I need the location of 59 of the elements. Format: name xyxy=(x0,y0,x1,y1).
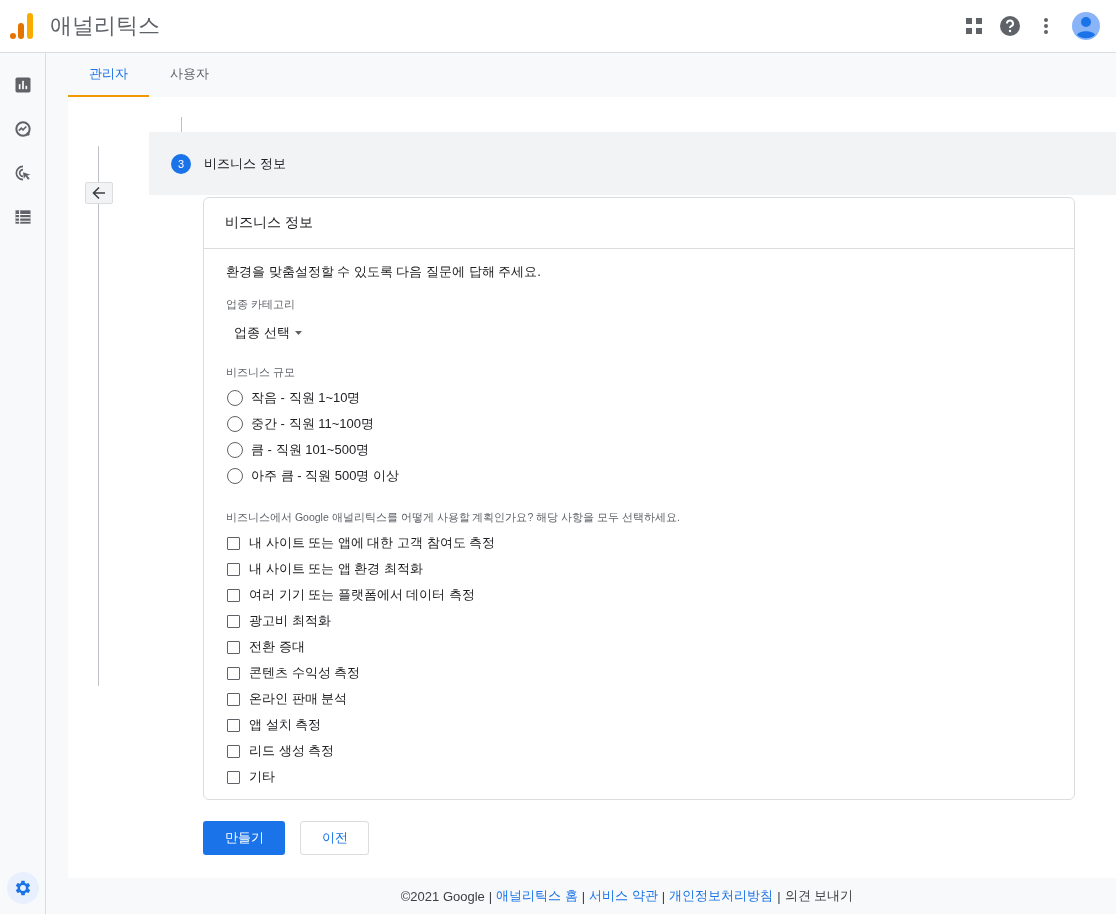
analytics-logo-icon xyxy=(10,12,34,40)
back-step-button[interactable]: 이전 xyxy=(300,821,369,855)
checkbox[interactable] xyxy=(227,614,240,628)
trend-chart-icon xyxy=(12,119,33,139)
radio-label: 큼 - 직원 101~500명 xyxy=(251,441,370,459)
radio-label: 중간 - 직원 11~100명 xyxy=(251,415,374,433)
tab[interactable]: 사용자 xyxy=(149,53,230,97)
checkbox-label: 광고비 최적화 xyxy=(249,612,331,630)
arrow-left-icon xyxy=(92,186,106,200)
create-button[interactable]: 만들기 xyxy=(203,821,285,855)
field-label: 비즈니스에서 Google 애널리틱스를 어떻게 사용할 계획인가요? 해당 사항을 모두 선택하세요. xyxy=(226,511,681,525)
caret-icon xyxy=(294,331,302,335)
more-vert-icon[interactable] xyxy=(1044,18,1048,34)
app-title: 애널리틱스 xyxy=(50,12,160,40)
checkbox[interactable] xyxy=(227,562,240,576)
radio-button[interactable] xyxy=(227,416,243,432)
footer-text: ©2021 Google xyxy=(400,888,485,904)
step-number: 3 xyxy=(171,153,191,174)
checkbox-label: 내 사이트 또는 앱 환경 최적화 xyxy=(249,560,424,578)
checkbox-label: 리드 생성 측정 xyxy=(249,742,335,760)
checkbox-label: 전환 증대 xyxy=(249,638,305,656)
footer-separator: | xyxy=(488,888,493,904)
industry-dropdown[interactable]: 업종 선택 xyxy=(234,324,302,342)
field-label: 업종 카테고리 xyxy=(226,298,296,312)
avatar-icon[interactable] xyxy=(1072,12,1100,40)
footer-link[interactable]: 애널리틱스 홈 xyxy=(496,887,578,905)
checkbox[interactable] xyxy=(227,718,240,732)
sidebar-nav-button[interactable] xyxy=(6,872,39,904)
checkbox[interactable] xyxy=(227,692,240,706)
card-title: 비즈니스 정보 xyxy=(204,198,1074,249)
footer-separator: | xyxy=(581,888,586,904)
back-button[interactable] xyxy=(85,182,113,204)
footer-separator: | xyxy=(661,888,666,904)
radio-button[interactable] xyxy=(227,468,243,484)
footer-link[interactable]: 서비스 약관 xyxy=(589,887,658,905)
intro-text: 환경을 맞춤설정할 수 있도록 다음 질문에 답해 주세요. xyxy=(226,263,542,281)
checkbox-label: 온라인 판매 분석 xyxy=(249,690,348,708)
checkbox-label: 내 사이트 또는 앱에 대한 고객 참여도 측정 xyxy=(249,534,496,552)
footer-text: 의견 보내기 xyxy=(784,887,854,905)
radio-label: 작음 - 직원 1~10명 xyxy=(251,389,361,407)
step-title: 비즈니스 정보 xyxy=(204,154,286,173)
help-icon[interactable] xyxy=(1000,16,1020,36)
checkbox[interactable] xyxy=(227,744,240,758)
checkbox[interactable] xyxy=(227,666,240,680)
checkbox-label: 앱 설치 측정 xyxy=(249,716,322,734)
checkbox[interactable] xyxy=(227,536,240,550)
checkbox[interactable] xyxy=(227,588,240,602)
checkbox[interactable] xyxy=(227,640,240,654)
checkbox[interactable] xyxy=(227,770,240,784)
checkbox-label: 여러 기기 또는 플랫폼에서 데이터 측정 xyxy=(249,586,476,604)
footer-link[interactable]: 개인정보처리방침 xyxy=(669,887,774,905)
field-label: 비즈니스 규모 xyxy=(226,366,296,380)
radio-button[interactable] xyxy=(227,442,243,458)
apps-grid-icon[interactable] xyxy=(966,18,982,34)
footer-separator: | xyxy=(777,888,781,904)
radio-button[interactable] xyxy=(227,390,243,406)
radio-label: 아주 큼 - 직원 500명 이상 xyxy=(251,467,400,485)
checkbox-label: 기타 xyxy=(249,768,275,786)
checkbox-label: 콘텐츠 수익성 측정 xyxy=(249,664,361,682)
